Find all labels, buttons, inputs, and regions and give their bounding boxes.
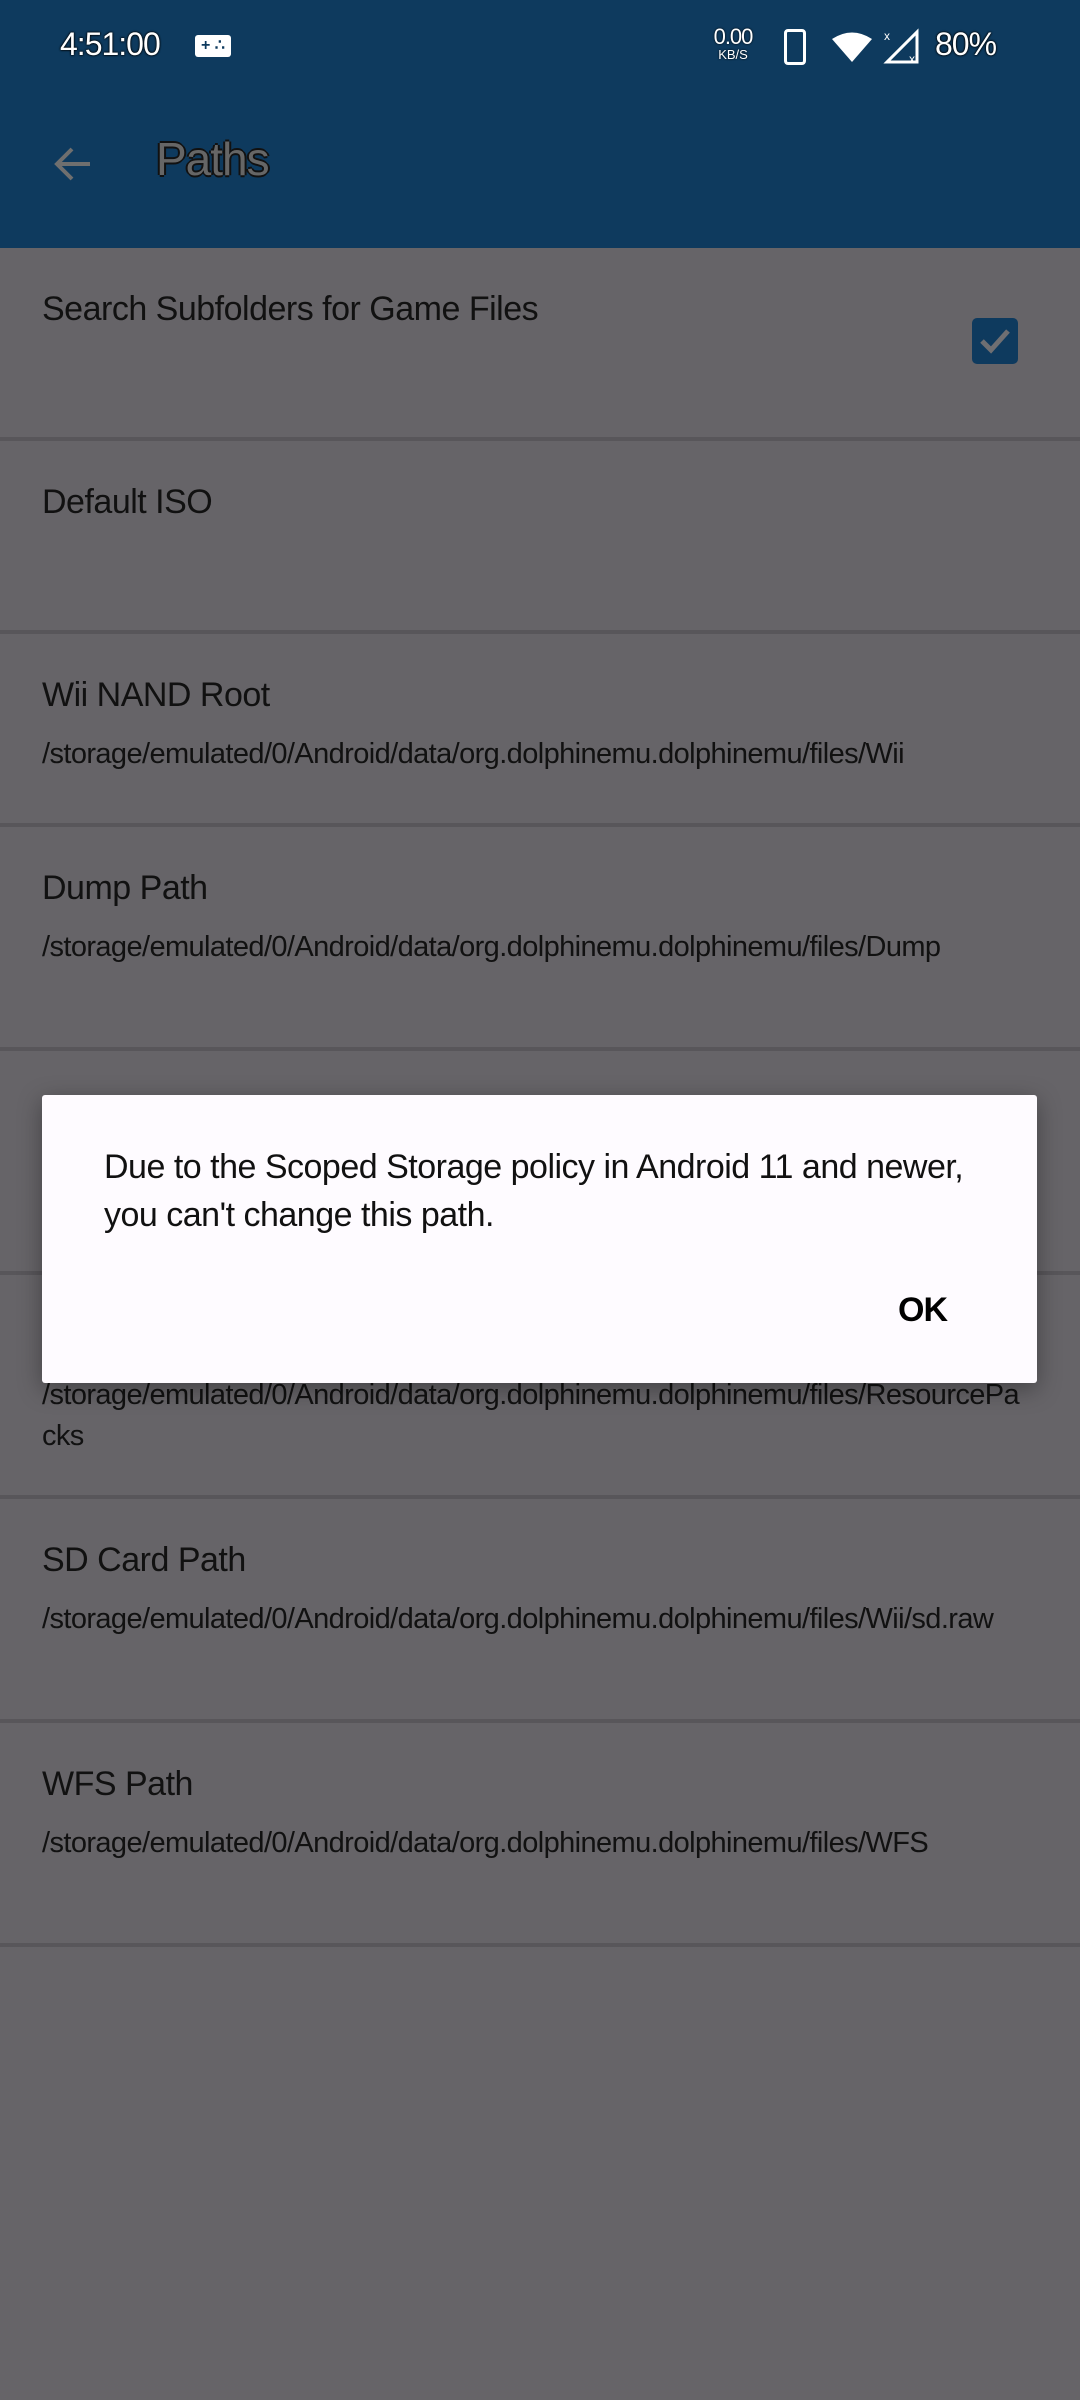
setting-summary: /storage/emulated/0/Android/data/org.dol… [42, 931, 941, 963]
setting-title: Search Subfolders for Game Files [42, 290, 539, 328]
setting-title: Default ISO [42, 483, 213, 521]
wifi-icon [832, 32, 872, 62]
app-bar: Paths [0, 90, 1080, 248]
net-speed-unit: KB/S [718, 47, 748, 62]
setting-wfs-path[interactable]: WFS Path /storage/emulated/0/Android/dat… [0, 1723, 1080, 1947]
setting-summary: /storage/emulated/0/Android/data/org.dol… [42, 738, 905, 770]
signal-no-service-icon: x x [883, 28, 919, 64]
setting-title: Dump Path [42, 869, 208, 907]
setting-sd-card-path[interactable]: SD Card Path /storage/emulated/0/Android… [0, 1499, 1080, 1723]
setting-search-subfolders[interactable]: Search Subfolders for Game Files [0, 248, 1080, 441]
setting-dump-path[interactable]: Dump Path /storage/emulated/0/Android/da… [0, 827, 1080, 1051]
page-title: Paths [156, 133, 270, 185]
scoped-storage-dialog: Due to the Scoped Storage policy in Andr… [42, 1095, 1037, 1383]
setting-summary: /storage/emulated/0/Android/data/org.dol… [42, 1827, 929, 1859]
net-speed-value: 0.00 [713, 24, 754, 49]
setting-summary: /storage/emulated/0/Android/data/org.dol… [42, 1603, 994, 1635]
phone-icon [784, 29, 806, 65]
setting-title: WFS Path [42, 1765, 193, 1803]
checkmark-icon [980, 329, 1010, 354]
setting-summary: /storage/emulated/0/Android/data/org.dol… [42, 1379, 1020, 1452]
gamepad-icon: + ∴ [195, 35, 231, 57]
search-subfolders-checkbox[interactable] [972, 318, 1018, 364]
setting-title: SD Card Path [42, 1541, 246, 1579]
net-speed: 0.00 KB/S [708, 24, 758, 62]
setting-title: Wii NAND Root [42, 676, 270, 714]
setting-wii-nand-root[interactable]: Wii NAND Root /storage/emulated/0/Androi… [0, 634, 1080, 827]
battery-level: 80% [935, 26, 997, 62]
arrow-left-icon[interactable] [44, 134, 104, 194]
svg-text:x: x [909, 52, 915, 64]
status-time: 4:51:00 [60, 26, 161, 62]
svg-text:x: x [884, 29, 890, 43]
ok-button[interactable]: OK [878, 1281, 967, 1340]
status-bar: 4:51:00 + ∴ 0.00 KB/S x x 80% [0, 0, 1080, 90]
dialog-message: Due to the Scoped Storage policy in Andr… [104, 1148, 964, 1234]
setting-default-iso[interactable]: Default ISO [0, 441, 1080, 634]
